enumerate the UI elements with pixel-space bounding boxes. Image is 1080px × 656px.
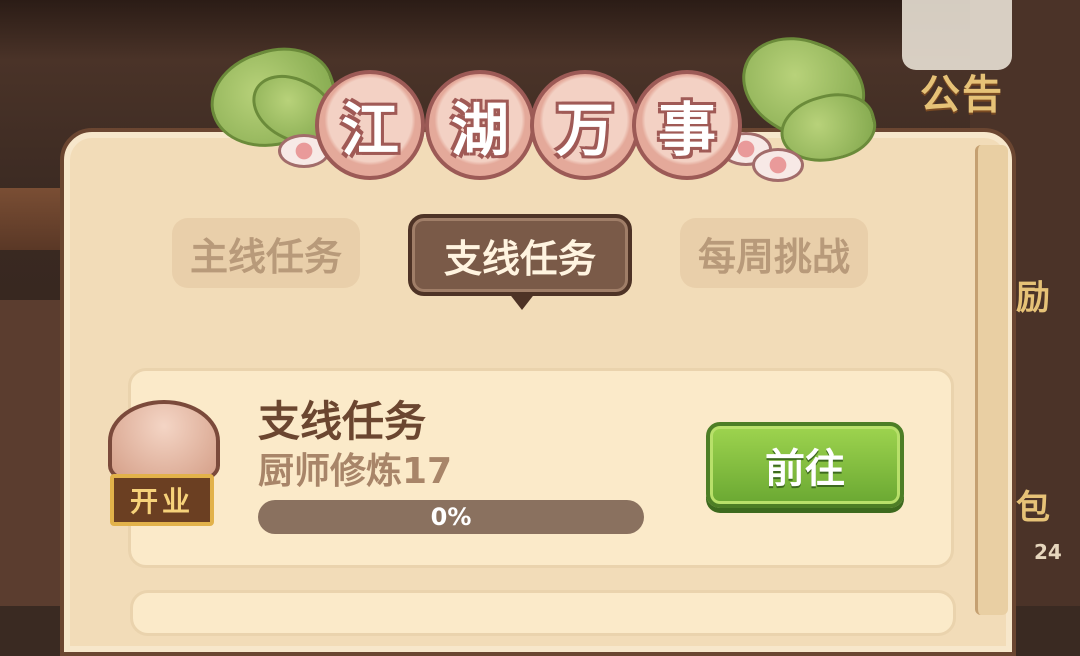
tab-main-quest[interactable]: 主线任务 [172, 218, 360, 288]
task-progress-text: 0% [430, 503, 472, 531]
side-menu-glyph: 包 [1016, 488, 1050, 528]
task-subtitle: 厨师修炼17 [258, 451, 453, 492]
notice-label[interactable]: 公告 [920, 62, 1004, 120]
task-progress-bar: 0% [258, 500, 644, 534]
notice-card[interactable] [902, 0, 1012, 70]
background-post [0, 300, 60, 606]
open-sign-label: 开业 [110, 474, 214, 526]
side-menu-number: 24 [1034, 540, 1062, 564]
title-char: 万 [530, 70, 640, 180]
fishcake-decoration [752, 148, 804, 182]
panel-scroll-edge [975, 145, 1008, 615]
task-title: 支线任务 [258, 397, 427, 446]
title-char: 江 [315, 70, 425, 180]
title-char: 湖 [425, 70, 535, 180]
side-menu-glyph: 励 [1016, 278, 1050, 318]
tab-side-quest[interactable]: 支线任务 [408, 214, 632, 296]
go-button[interactable]: 前往 [706, 422, 904, 508]
lantern-icon [108, 400, 220, 482]
shop-open-icon: 开业 [108, 400, 220, 530]
tab-weekly-challenge[interactable]: 每周挑战 [680, 218, 868, 288]
task-card [130, 590, 956, 636]
active-tab-pointer [508, 292, 536, 310]
title-char: 事 [632, 70, 742, 180]
